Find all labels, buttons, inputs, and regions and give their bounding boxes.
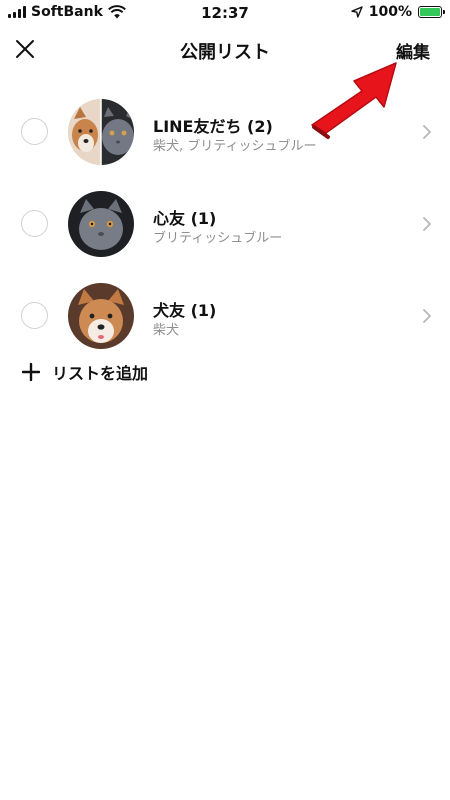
list-row-dog-friends[interactable]: 犬友 (1) 柴犬 xyxy=(0,270,450,362)
select-radio[interactable] xyxy=(21,118,48,145)
list-name: LINE友だち (2) xyxy=(153,117,273,136)
list-members: 柴犬, ブリティッシュブルー xyxy=(153,139,317,154)
status-bar: SoftBank 12:37 100% xyxy=(0,0,450,26)
list-members: ブリティッシュブルー xyxy=(153,231,283,246)
battery-icon xyxy=(418,6,445,18)
list-members: 柴犬 xyxy=(153,323,180,338)
avatar-dog-cat xyxy=(68,99,134,165)
select-radio[interactable] xyxy=(21,302,48,329)
plus-icon xyxy=(22,363,40,381)
select-radio[interactable] xyxy=(21,210,48,237)
chevron-right-icon xyxy=(423,309,431,323)
add-list-button[interactable]: リストを追加 xyxy=(22,360,148,384)
list-name: 心友 (1) xyxy=(153,209,217,228)
avatar-dog xyxy=(68,283,134,349)
add-list-label: リストを追加 xyxy=(52,364,149,383)
location-icon xyxy=(351,6,363,18)
status-right: 100% xyxy=(351,4,445,20)
avatar-cat xyxy=(68,191,134,257)
battery-percent: 100% xyxy=(368,4,412,20)
list-row-close-friends[interactable]: 心友 (1) ブリティッシュブルー xyxy=(0,178,450,270)
chevron-right-icon xyxy=(423,125,431,139)
list-name: 犬友 (1) xyxy=(153,301,217,320)
public-list: LINE友だち (2) 柴犬, ブリティッシュブルー 心友 (1) ブリティッシ… xyxy=(0,86,450,362)
list-row-line-friends[interactable]: LINE友だち (2) 柴犬, ブリティッシュブルー xyxy=(0,86,450,178)
chevron-right-icon xyxy=(423,217,431,231)
